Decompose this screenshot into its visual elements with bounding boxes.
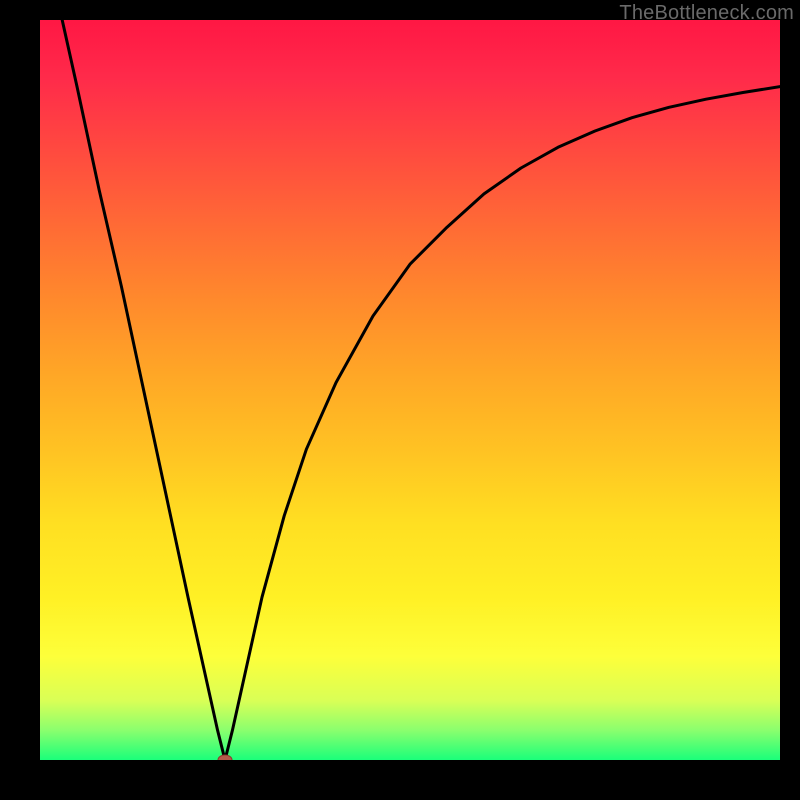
watermark-text: TheBottleneck.com	[619, 2, 794, 25]
bottleneck-curve	[62, 20, 780, 760]
chart-frame: TheBottleneck.com	[0, 0, 800, 800]
plot-area	[40, 20, 780, 760]
plot-svg	[40, 20, 780, 760]
optimum-marker	[218, 755, 232, 760]
